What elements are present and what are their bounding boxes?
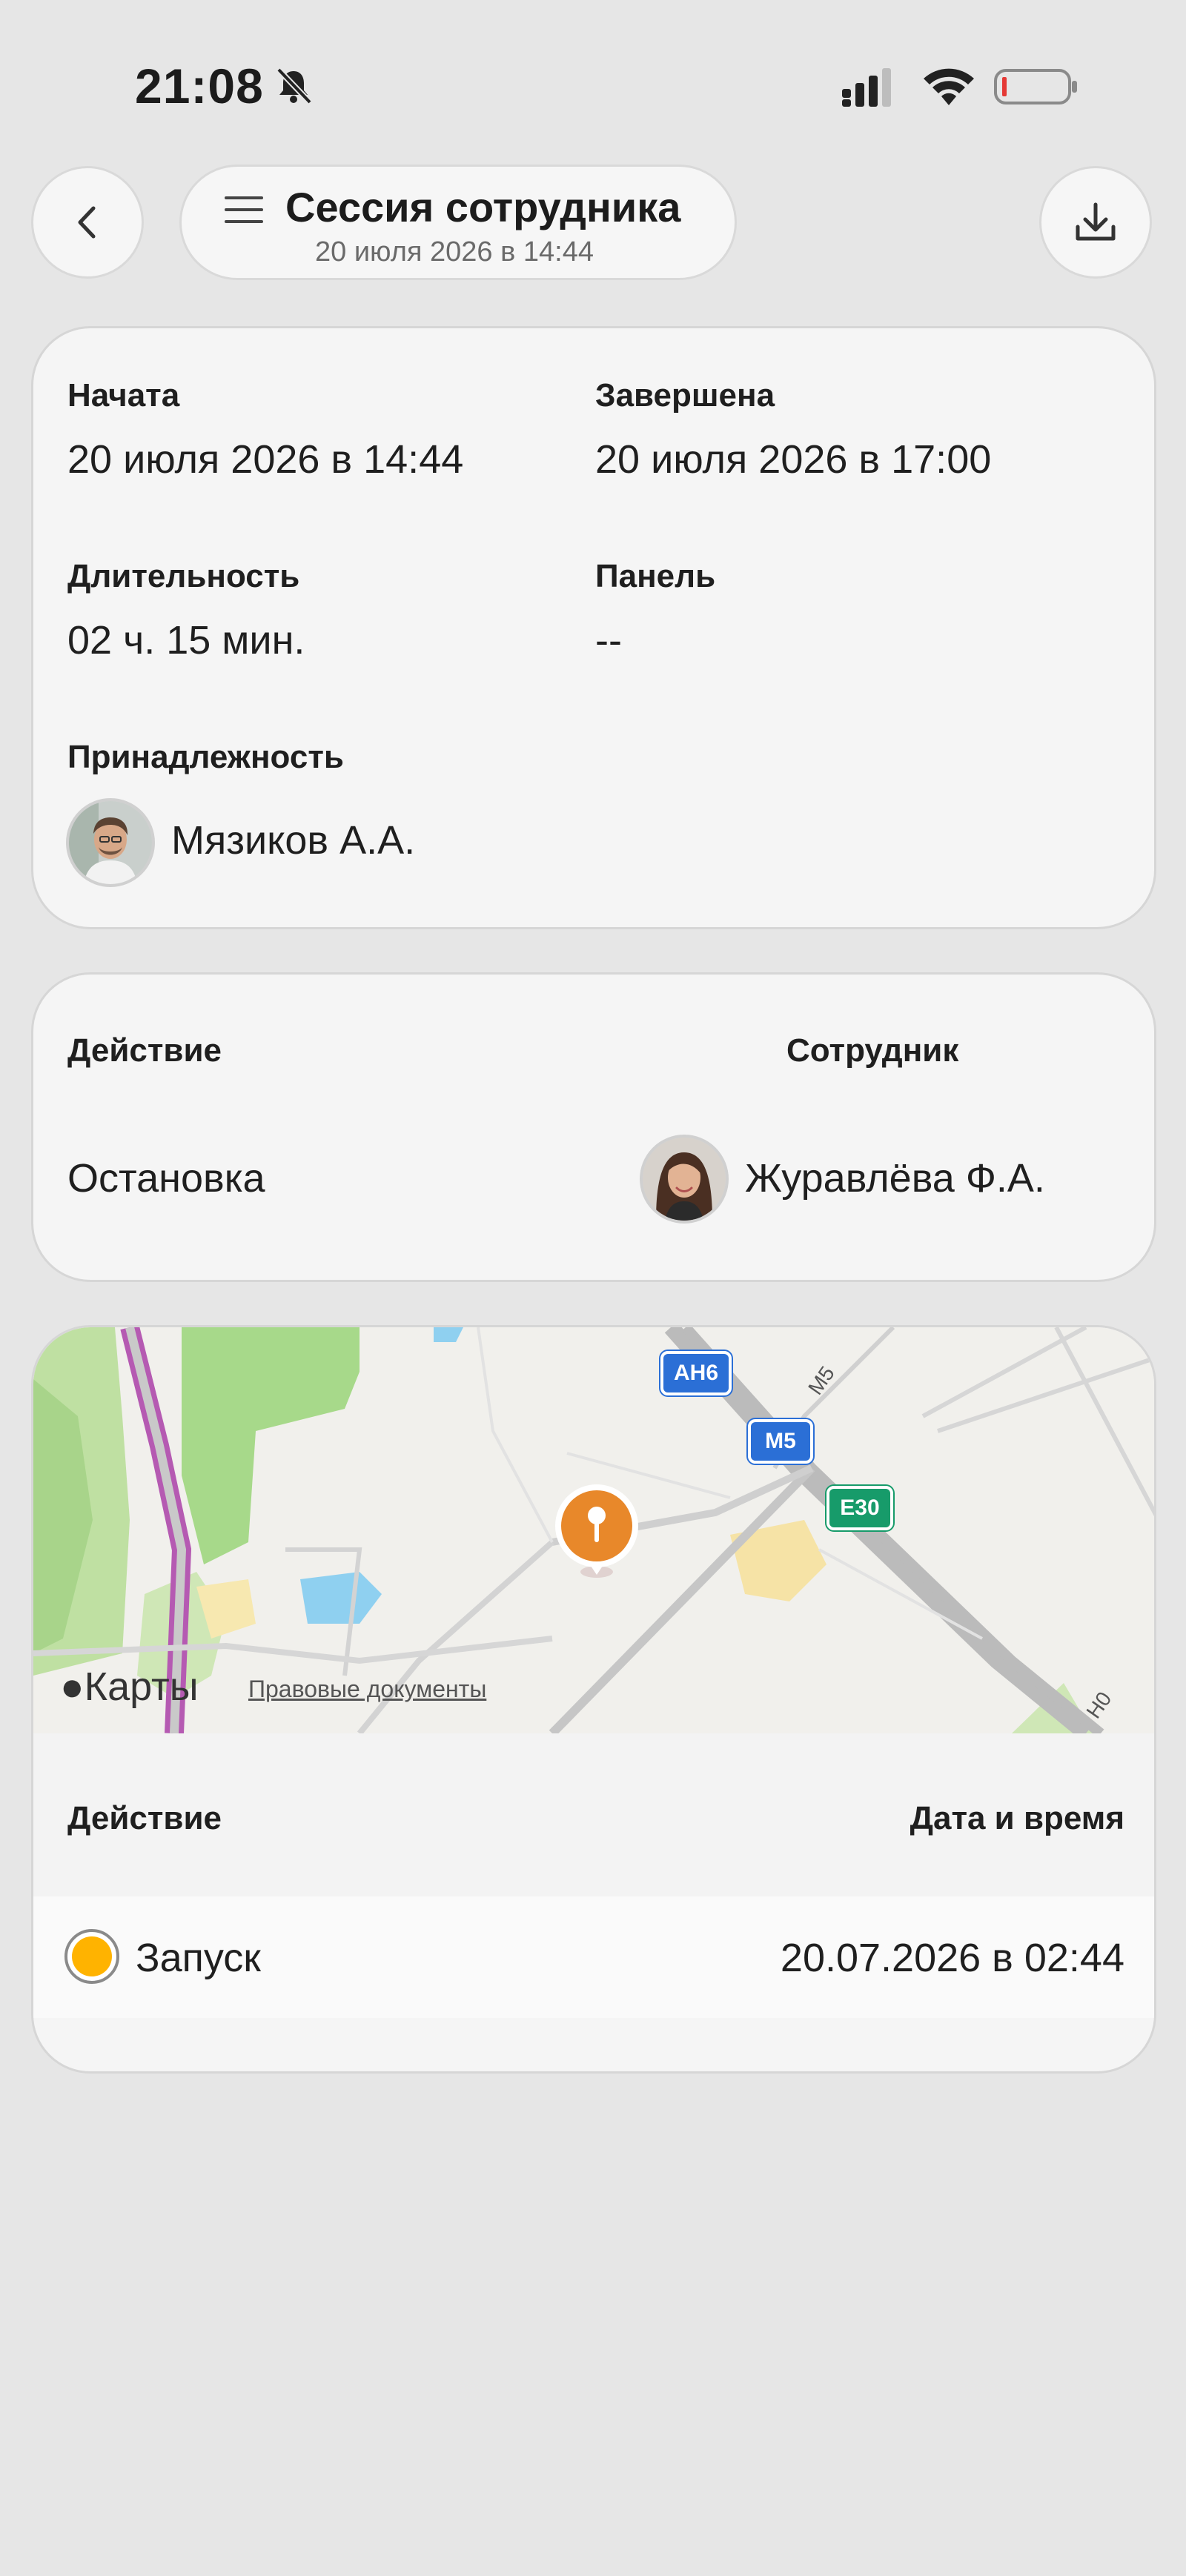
owner-name[interactable]: Мязиков А.А.: [171, 817, 415, 863]
back-button[interactable]: [31, 166, 144, 279]
duration-value: 02 ч. 15 мин.: [67, 618, 305, 663]
signal-icon: [842, 68, 891, 107]
col-action: Действие: [67, 1800, 222, 1836]
apple-logo-icon: ●: [60, 1664, 85, 1709]
panel-value: --: [595, 618, 622, 663]
action-label: Действие: [67, 1032, 222, 1069]
employee-name[interactable]: Журавлёва Ф.А.: [745, 1155, 1045, 1201]
action-value: Остановка: [67, 1156, 265, 1201]
status-indicator: [64, 1929, 119, 1984]
chevron-left-icon: [78, 206, 96, 239]
page-subtitle: 20 июля 2026 в 14:44: [315, 236, 594, 268]
owner-avatar[interactable]: [66, 798, 155, 887]
started-label: Начата: [67, 377, 180, 414]
employee-avatar[interactable]: [640, 1135, 729, 1224]
road-sign-m5: М5: [748, 1419, 813, 1464]
download-button[interactable]: [1039, 166, 1152, 279]
events-table-header: Действие Дата и время: [33, 1733, 1154, 1896]
location-pin-icon[interactable]: [552, 1483, 641, 1579]
row-datetime: 20.07.2026 в 02:44: [780, 1936, 1124, 1980]
maps-logo: ●Карты: [60, 1664, 199, 1709]
col-datetime: Дата и время: [910, 1800, 1124, 1836]
menu-icon: [225, 196, 263, 223]
road-sign-e30: Е30: [826, 1486, 893, 1530]
title-pill[interactable]: Сессия сотрудника 20 июля 2026 в 14:44: [179, 165, 737, 280]
action-card: Действие Сотрудник Остановка Журавлёва Ф…: [31, 972, 1156, 1282]
bell-off-icon: [276, 67, 312, 104]
status-time: 21:08: [135, 59, 264, 113]
owner-label: Принадлежность: [67, 739, 344, 775]
ended-value: 20 июля 2026 в 17:00: [595, 437, 992, 482]
row-action: Запуск: [136, 1936, 261, 1980]
legal-link[interactable]: Правовые документы: [248, 1676, 486, 1703]
employee-label: Сотрудник: [786, 1032, 959, 1069]
map-view[interactable]: АН6 М5 Е30 М5 Н0 ●Карты Правовые докумен…: [33, 1327, 1154, 1733]
page-title: Сессия сотрудника: [285, 184, 681, 230]
ended-label: Завершена: [595, 377, 775, 414]
battery-low-icon: [994, 69, 1077, 104]
session-details-card: Начата 20 июля 2026 в 14:44 Завершена 20…: [31, 326, 1156, 929]
table-row[interactable]: Запуск 20.07.2026 в 02:44: [33, 1896, 1154, 2018]
wifi-icon: [924, 68, 974, 105]
started-value: 20 июля 2026 в 14:44: [67, 437, 464, 482]
panel-label: Панель: [595, 558, 716, 594]
road-sign-ah6: АН6: [660, 1351, 732, 1395]
download-icon: [1076, 202, 1116, 241]
duration-label: Длительность: [67, 558, 300, 594]
map-events-card: АН6 М5 Е30 М5 Н0 ●Карты Правовые докумен…: [31, 1325, 1156, 2074]
